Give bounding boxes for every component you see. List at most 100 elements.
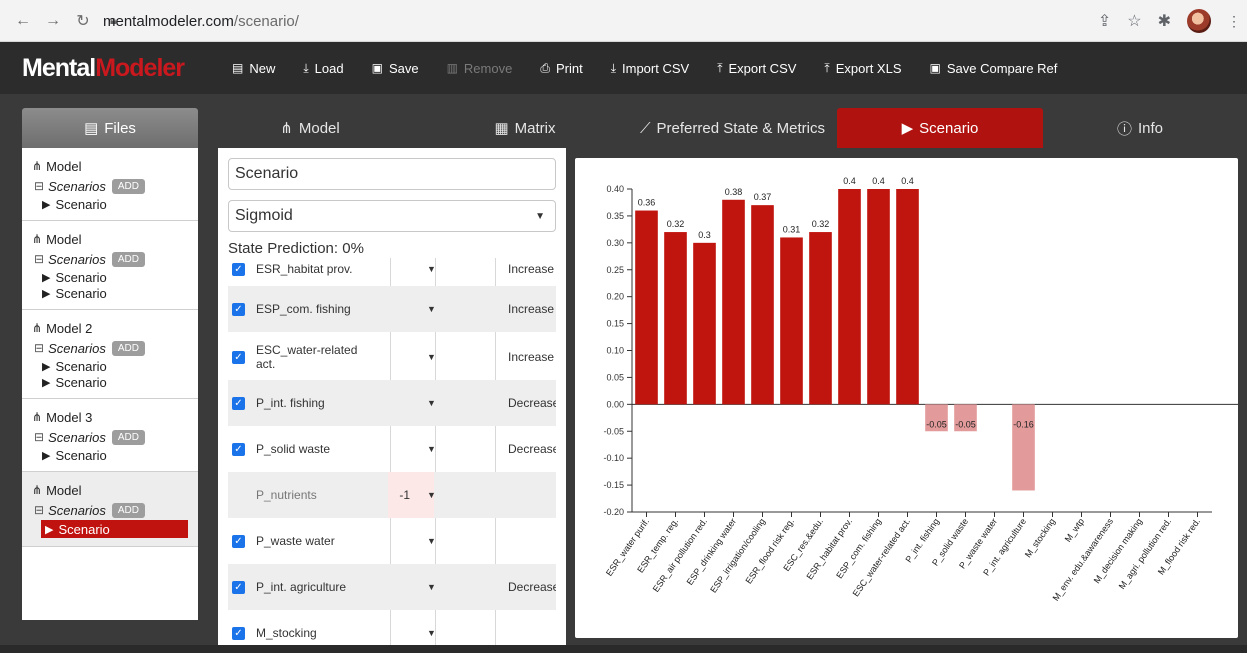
add-scenario-button[interactable]: ADD [111, 178, 145, 194]
include-checkbox[interactable]: ✓ [232, 442, 245, 456]
tab-model[interactable]: ⋔ Model [210, 108, 410, 148]
tab-scenario[interactable]: ▶ Scenario [837, 108, 1043, 148]
scenario-item[interactable]: ▶ Scenario [42, 285, 198, 301]
star-icon[interactable]: ☆ [1127, 11, 1141, 31]
include-checkbox[interactable]: ✓ [232, 350, 245, 364]
collapse-icon[interactable]: ⊟ [34, 252, 44, 266]
collapse-icon[interactable]: ⊟ [34, 179, 44, 193]
profile-avatar[interactable] [1187, 9, 1211, 33]
scenarios-header[interactable]: ⊟ Scenarios ADD [34, 338, 198, 358]
toolbar-export-xls-button[interactable]: ⤒ Export XLS [824, 61, 901, 76]
add-scenario-button[interactable]: ADD [111, 340, 145, 356]
collapse-icon[interactable]: ⊟ [34, 341, 44, 355]
concept-label: ESP_com. fishing [256, 302, 351, 316]
download-icon: ⤓ [303, 60, 309, 75]
model-item[interactable]: ⋔ Model [32, 480, 198, 500]
add-scenario-button[interactable]: ADD [111, 429, 145, 445]
caret-down-icon[interactable]: ▼ [427, 582, 436, 592]
model-group: ⋔ Model 2 ⊟ Scenarios ADD ▶ Scenario ▶ Scenario [22, 310, 198, 399]
caret-down-icon[interactable]: ▼ [427, 264, 436, 274]
caret-down-icon[interactable]: ▼ [427, 536, 436, 546]
scenario-item[interactable]: ▶ Scenario [42, 358, 198, 374]
sitemap-icon: ⋔ [32, 483, 43, 497]
add-scenario-button[interactable]: ADD [111, 502, 145, 518]
bar-value-label: 0.4 [901, 176, 914, 186]
include-checkbox[interactable]: ✓ [232, 302, 245, 316]
address-bar[interactable]: mentalmodeler.com/scenario/ [103, 7, 299, 35]
scenario-item[interactable]: ▶ Scenario [42, 447, 198, 463]
collapse-icon[interactable]: ⊟ [34, 430, 44, 444]
include-checkbox[interactable]: ✓ [232, 580, 245, 594]
caret-down-icon[interactable]: ▼ [427, 490, 436, 500]
caret-down-icon[interactable]: ▼ [427, 352, 436, 362]
tab-bar: ▤ Files ⋔ Model ▦ Matrix ⟋ Preferred State &… [0, 94, 1247, 148]
scenario-item[interactable]: ▶ Scenario [42, 196, 198, 212]
scenarios-header[interactable]: ⊟ Scenarios ADD [34, 249, 198, 269]
sitemap-icon: ⋔ [32, 232, 43, 246]
concept-label: P_int. fishing [256, 396, 325, 410]
caret-down-icon[interactable]: ▼ [427, 398, 436, 408]
model-item[interactable]: ⋔ Model [32, 156, 198, 176]
concept-label: P_int. agriculture [256, 580, 347, 594]
tab-files[interactable]: ▤ Files [22, 108, 198, 148]
scenarios-header[interactable]: ⊟ Scenarios ADD [34, 427, 198, 447]
share-icon[interactable]: ⇪ [1098, 11, 1111, 31]
bar [896, 189, 919, 405]
bar-value-label: 0.38 [725, 187, 743, 197]
menu-icon[interactable]: ⋮ [1227, 13, 1241, 30]
toolbar-save-compare-ref-button[interactable]: ▣ Save Compare Ref [930, 61, 1058, 76]
include-checkbox[interactable]: ✓ [232, 534, 245, 548]
sitemap-icon: ⋔ [280, 120, 293, 137]
trash-icon: ▥ [446, 61, 458, 75]
bar-value-label: 0.4 [843, 176, 856, 186]
toolbar-import-csv-button[interactable]: ⤓ Import CSV [611, 61, 690, 76]
include-checkbox[interactable]: ✓ [232, 262, 245, 276]
url-host: mentalmodeler.com [103, 12, 234, 30]
caret-down-icon[interactable]: ▼ [427, 628, 436, 638]
include-checkbox[interactable]: ✓ [232, 626, 245, 640]
direction-text: Decrease [508, 396, 556, 410]
direction-text: Decrease [508, 580, 556, 594]
toolbar-print-button[interactable]: ⎙ Print [540, 61, 582, 76]
x-tick-label: ESR_air pollution red. [651, 516, 709, 593]
model-item[interactable]: ⋔ Model 3 [32, 407, 198, 427]
scenarios-header[interactable]: ⊟ Scenarios ADD [34, 500, 198, 520]
floppy-icon: ▣ [371, 61, 383, 75]
model-item[interactable]: ⋔ Model 2 [32, 318, 198, 338]
bar-value-label: -0.05 [955, 419, 976, 429]
scenario-name-input[interactable]: Scenario [228, 158, 556, 190]
toolbar-load-button[interactable]: ⤓ Load [303, 61, 343, 76]
back-arrow-icon[interactable]: ← [10, 8, 36, 34]
toolbar: ▤ New ⤓ Load ▣ Save ▥ Remove ⎙ Print ⤓ Import CSV ⤒ E… [232, 42, 1085, 94]
toolbar-new-button[interactable]: ▤ New [232, 61, 275, 76]
caret-down-icon[interactable]: ▼ [427, 304, 436, 314]
floppy-icon: ▣ [929, 61, 941, 75]
add-scenario-button[interactable]: ADD [111, 251, 145, 267]
sitemap-icon: ⋔ [32, 321, 43, 335]
include-checkbox[interactable]: ✓ [232, 396, 245, 410]
caret-down-icon[interactable]: ▼ [427, 444, 436, 454]
extensions-icon[interactable]: ✱ [1158, 11, 1171, 31]
scenario-item[interactable]: ▶ Scenario [42, 269, 198, 285]
scenario-item[interactable]: ▶ Scenario [41, 520, 188, 538]
x-tick-label: ESP_irrigation/cooling [708, 516, 767, 594]
scenario-panel: Scenario Sigmoid ▼ State Prediction: 0% ✓… [218, 148, 566, 653]
browser-actions: ⇪ ☆ ✱ ⋮ [1098, 0, 1241, 42]
model-group: ⋔ Model 3 ⊟ Scenarios ADD ▶ Scenario [22, 399, 198, 472]
bar-value-label: 0.3 [698, 230, 711, 240]
forward-arrow-icon[interactable]: → [40, 8, 66, 34]
model-item[interactable]: ⋔ Model [32, 229, 198, 249]
scenarios-header[interactable]: ⊟ Scenarios ADD [34, 176, 198, 196]
collapse-icon[interactable]: ⊟ [34, 503, 44, 517]
y-tick-label: 0.10 [606, 346, 624, 356]
reload-icon[interactable]: ↻ [70, 8, 96, 34]
scenario-item[interactable]: ▶ Scenario [42, 374, 198, 390]
tab-info[interactable]: ⓘ Info [1050, 108, 1230, 148]
upload-icon: ⤒ [824, 60, 830, 75]
toolbar-save-button[interactable]: ▣ Save [372, 61, 419, 76]
function-select[interactable]: Sigmoid ▼ [228, 200, 556, 232]
scenario-rows: ✓ ESR_habitat prov. ▼ Increase ✓ ESP_com. fis… [228, 258, 556, 653]
toolbar-export-csv-button[interactable]: ⤒ Export CSV [717, 61, 796, 76]
tab-preferred-state[interactable]: ⟋ Preferred State & Metrics [630, 108, 835, 148]
tab-matrix[interactable]: ▦ Matrix [430, 108, 620, 148]
